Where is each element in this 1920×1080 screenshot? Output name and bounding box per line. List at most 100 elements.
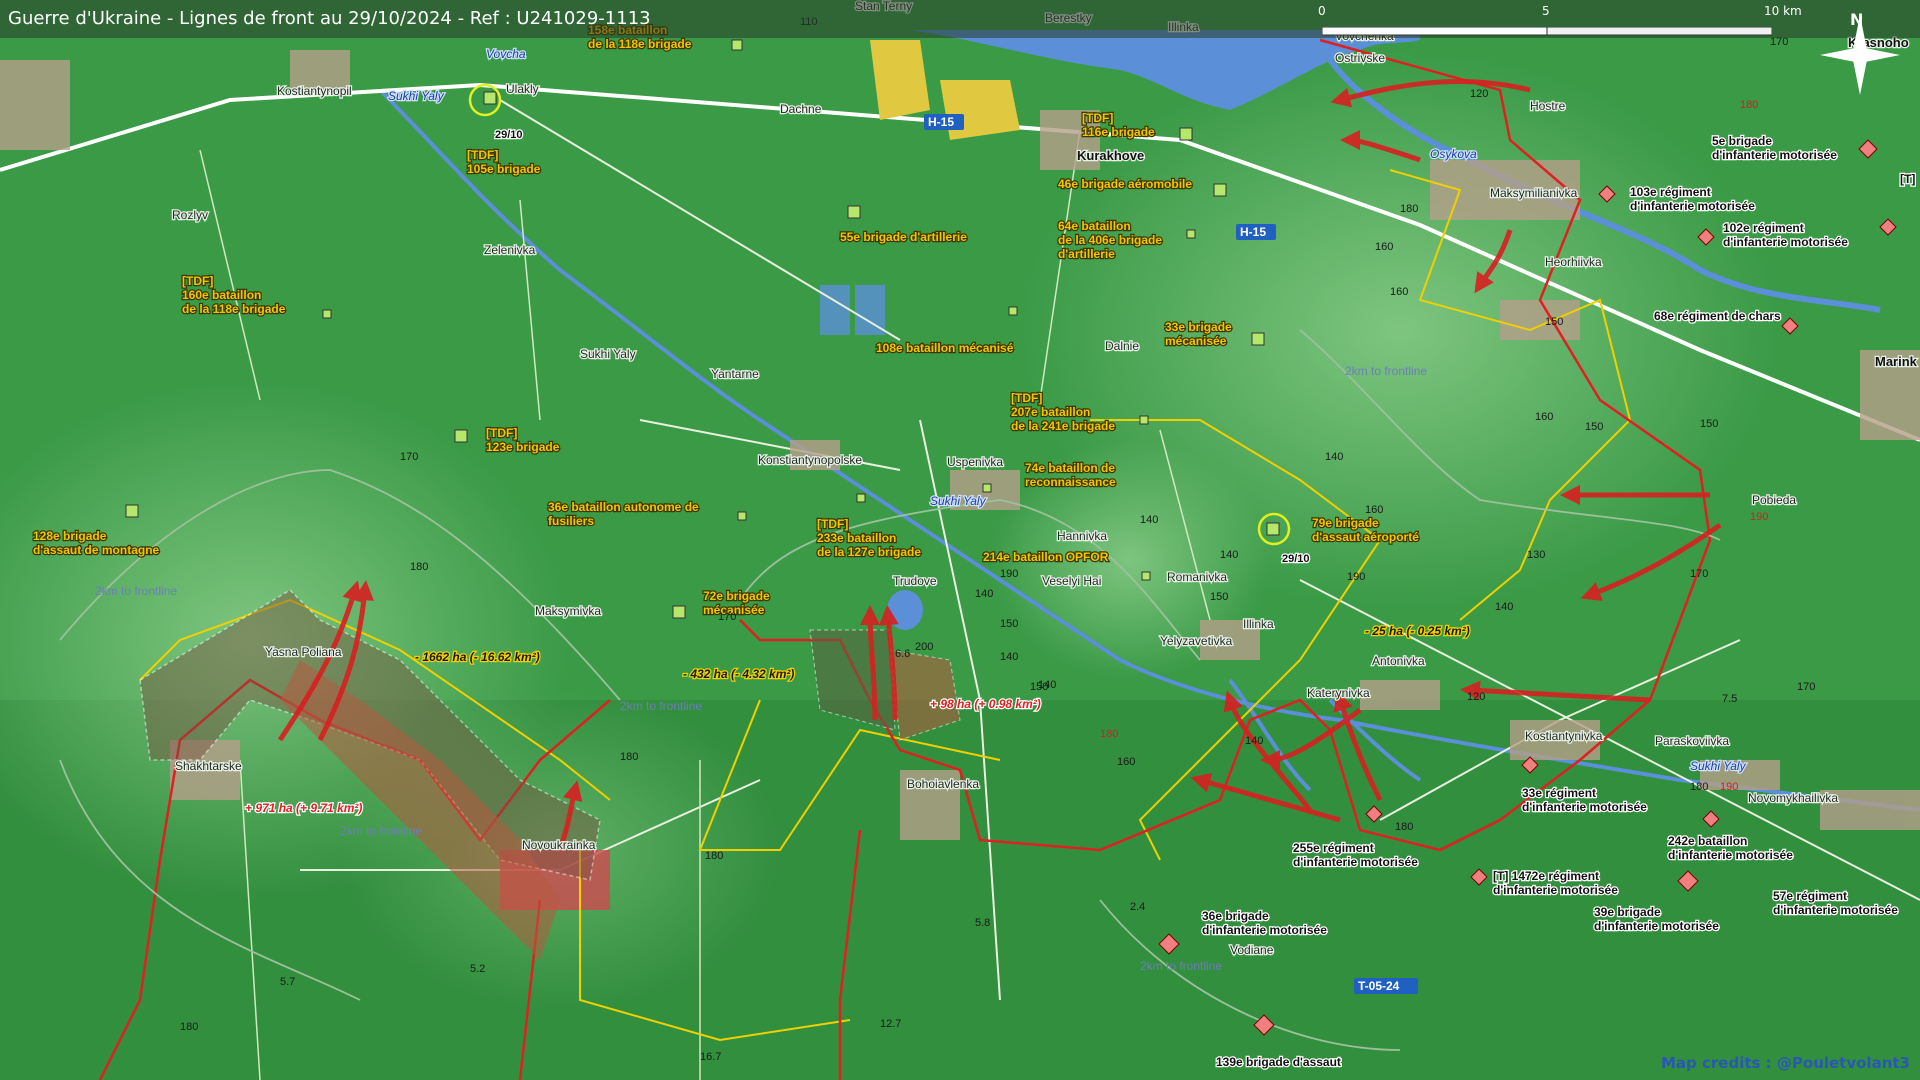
area-change-label: - 25 ha (- 0.25 km²) (1365, 624, 1470, 638)
elevation-label: 12.7 (880, 1018, 901, 1030)
ua-unit-icon (1008, 306, 1018, 316)
elevation-label: 190 (1720, 781, 1738, 793)
place-label: Vodiane (1230, 943, 1274, 957)
place-label: Yelyzavetivka (1160, 634, 1233, 648)
elevation-label: 140 (1038, 679, 1056, 691)
buffer-label: 2km to frontline (95, 584, 177, 598)
elevation-label: 180 (1400, 203, 1418, 215)
elevation-label: 150 (1545, 316, 1563, 328)
place-label: Paraskoviivka (1655, 734, 1729, 748)
place-label: Rozlyv (172, 208, 208, 222)
ua-unit-icon (1141, 571, 1151, 581)
place-label: Ulakly (506, 82, 539, 96)
ua-unit-icon (125, 504, 139, 518)
elevation-label: 190 (1750, 511, 1768, 523)
elevation-label: 7.5 (1722, 693, 1737, 705)
elevation-label: 180 (705, 850, 723, 862)
place-label: Maksymilianivka (1490, 186, 1578, 200)
ua-unit-label: 108e bataillon mécanisé (876, 341, 1014, 355)
elevation-label: 180 (1395, 821, 1413, 833)
place-label: Kostiantynopil (277, 84, 352, 98)
elevation-label: 200 (915, 641, 933, 653)
place-label: Novomykhailivka (1748, 791, 1838, 805)
elevation-label: 5.8 (975, 917, 990, 929)
ua-unit-icon (856, 493, 866, 503)
ua-unit-icon (1251, 332, 1265, 346)
elevation-label: 140 (1325, 451, 1343, 463)
place-label: Katerynivka (1307, 686, 1370, 700)
ua-unit-label: 74e bataillon de reconnaissance (1025, 461, 1116, 489)
scale-label-5: 5 (1542, 4, 1550, 18)
ua-unit-icon (731, 39, 743, 51)
river-label: Sukhi Yaly (388, 89, 445, 103)
scale-bar (1321, 22, 1773, 36)
elevation-label: 180 (1740, 99, 1758, 111)
ua-unit-icon (322, 309, 332, 319)
river-label: Osykova (1430, 147, 1477, 161)
ua-unit-label: 214e bataillon OPFOR (983, 550, 1109, 564)
ua-unit-icon (1139, 415, 1149, 425)
elevation-label: 2.4 (1130, 901, 1145, 913)
place-label: Konstiantynopolske (758, 453, 862, 467)
place-label: Kostiantynivka (1525, 729, 1603, 743)
elevation-label: 16.7 (700, 1051, 721, 1063)
road-label: H-15 (1240, 225, 1266, 239)
area-change-label: + 98 ha (+ 0.98 km²) (930, 697, 1041, 711)
elevation-label: 160 (1365, 504, 1383, 516)
ru-unit-label: [T] (1900, 172, 1915, 186)
map-credits: Map credits : @Pouletvolant3 (1661, 1054, 1910, 1072)
road-label: H-15 (928, 115, 954, 129)
ua-unit-icon (1266, 522, 1280, 536)
elevation-label: 150 (1700, 418, 1718, 430)
elevation-label: 180 (620, 751, 638, 763)
place-label: Zelenivka (484, 243, 536, 257)
elevation-label: 190 (1000, 568, 1018, 580)
ru-unit-label: 139e brigade d'assaut (1216, 1055, 1341, 1069)
place-label: Antonivka (1372, 654, 1425, 668)
scale-label-0: 0 (1318, 4, 1326, 18)
ua-unit-label: 46e brigade aéromobile (1058, 177, 1192, 191)
place-label: Shakhtarske (175, 759, 242, 773)
map-canvas[interactable]: KostiantynopilUlaklyDachneKurakhoveBeres… (0, 0, 1920, 1080)
buffer-label: 2km to frontline (1140, 959, 1222, 973)
place-label: Veselyi Hai (1042, 574, 1101, 588)
place-label: Maksymivka (535, 604, 601, 618)
elevation-label: 150 (1210, 591, 1228, 603)
elevation-label: 160 (1535, 411, 1553, 423)
elevation-label: 160 (1375, 241, 1393, 253)
place-label: Yantarne (711, 367, 759, 381)
place-label: Hannivka (1057, 529, 1107, 543)
elevation-label: 170 (1797, 681, 1815, 693)
elevation-label: 180 (1100, 728, 1118, 740)
place-label: Romanivka (1167, 570, 1227, 584)
place-label: Ostrivske (1335, 51, 1385, 65)
elevation-label: 140 (1220, 549, 1238, 561)
pond (820, 285, 850, 335)
elevation-label: 160 (1390, 286, 1408, 298)
ua-unit-icon (1213, 183, 1227, 197)
map-title: Guerre d'Ukraine - Lignes de front au 29… (8, 8, 651, 29)
elevation-label: 120 (1470, 88, 1488, 100)
area-change-label: - 432 ha (- 4.32 km²) (683, 667, 794, 681)
elevation-label: 130 (1527, 549, 1545, 561)
place-label: Illinka (1243, 617, 1274, 631)
elevation-label: 140 (1140, 514, 1158, 526)
buffer-label: 2km to frontline (340, 824, 422, 838)
river-label: Sukhi Yaly (930, 494, 987, 508)
elevation-label: 5.2 (470, 963, 485, 975)
pond (887, 590, 923, 630)
elevation-label: 140 (1245, 735, 1263, 747)
scale-label-10: 10 km (1764, 4, 1802, 18)
elevation-label: 5.7 (280, 976, 295, 988)
ua-unit-icon (847, 205, 861, 219)
river-label: Sukhi Yaly (1690, 759, 1747, 773)
elevation-label: 160 (1117, 756, 1135, 768)
ua-unit-label: 33e brigade mécanisée (1165, 320, 1232, 348)
place-label: Heorhiivka (1545, 255, 1602, 269)
ua-unit-icon (737, 511, 747, 521)
place-label: Uspenivka (947, 455, 1003, 469)
buffer-label: 2km to frontline (1345, 364, 1427, 378)
area-change-label: + 971 ha (+ 9.71 km²) (245, 801, 362, 815)
elevation-label: 140 (1495, 601, 1513, 613)
elevation-label: 180 (1690, 781, 1708, 793)
